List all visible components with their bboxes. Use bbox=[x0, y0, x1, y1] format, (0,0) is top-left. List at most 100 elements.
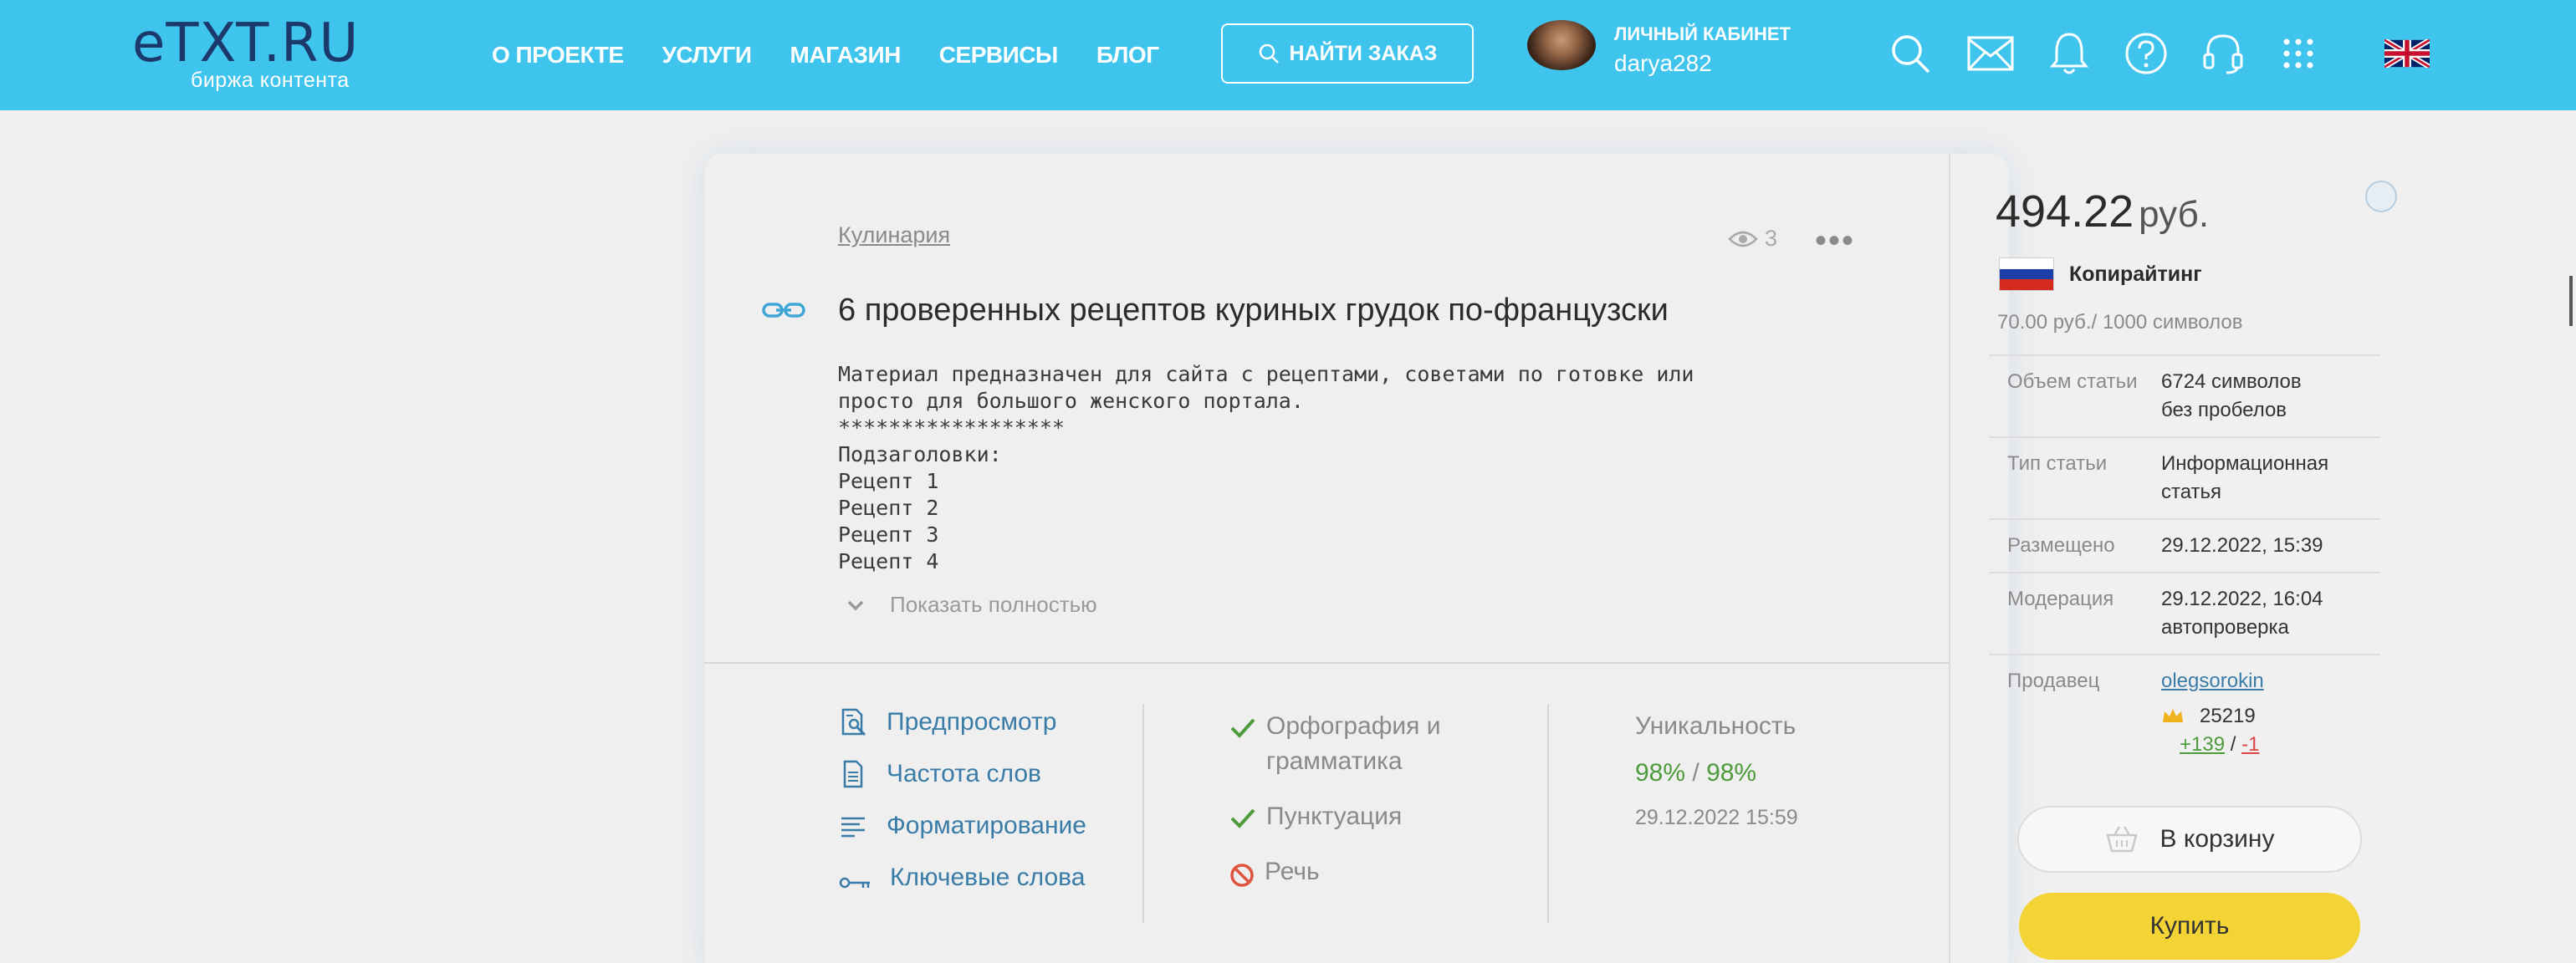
votes-up[interactable]: +139 bbox=[2180, 733, 2225, 756]
info-table: Объем статьи 6724 символов без пробелов … bbox=[1989, 354, 2380, 771]
seller-votes: +139 / -1 bbox=[2180, 731, 2380, 759]
logo-subtitle: биржа контента bbox=[191, 69, 350, 92]
info-key: Размещено bbox=[2007, 534, 2115, 557]
link-icon[interactable] bbox=[761, 301, 806, 324]
headset-icon[interactable] bbox=[2198, 28, 2248, 79]
tool-formatting[interactable]: Форматирование bbox=[838, 811, 1086, 841]
info-row: Тип статьи Информационная статья bbox=[1989, 438, 2380, 520]
check-spelling-label: Орфография и грамматика bbox=[1266, 712, 1441, 775]
search-icon bbox=[1259, 43, 1279, 64]
info-value: 6724 символов без пробелов bbox=[2161, 370, 2302, 421]
uniqueness-separator: / bbox=[1685, 759, 1707, 787]
apps-grid-icon[interactable] bbox=[2273, 28, 2323, 79]
document-icon bbox=[843, 760, 863, 788]
uniqueness-date: 29.12.2022 15:59 bbox=[1635, 806, 1798, 829]
info-value: 29.12.2022, 16:04 автопроверка bbox=[2161, 588, 2323, 639]
username[interactable]: darya282 bbox=[1614, 50, 1712, 77]
tool-formatting-label: Форматирование bbox=[887, 812, 1086, 839]
search-icon[interactable] bbox=[1885, 28, 1935, 79]
logo[interactable]: eTXT.RU биржа контента bbox=[132, 10, 442, 94]
checkmark-icon bbox=[1230, 718, 1255, 738]
nav-item-blog[interactable]: БЛОГ bbox=[1096, 37, 1159, 74]
add-to-cart-label: В корзину bbox=[2159, 825, 2275, 853]
avatar[interactable] bbox=[1527, 20, 1596, 70]
basket-icon bbox=[2105, 826, 2138, 853]
tool-preview-label: Предпросмотр bbox=[887, 708, 1057, 736]
find-order-button[interactable]: НАЙТИ ЗАКАЗ bbox=[1221, 23, 1474, 84]
key-icon bbox=[839, 877, 870, 889]
eye-icon bbox=[1728, 231, 1758, 247]
chevron-down-icon bbox=[847, 600, 864, 610]
uniqueness-value-2: 98% bbox=[1706, 759, 1757, 787]
price-currency: руб. bbox=[2139, 194, 2210, 235]
check-punctuation-label: Пунктуация bbox=[1266, 802, 1403, 830]
votes-separator: / bbox=[2225, 733, 2242, 756]
card-divider bbox=[1949, 154, 1950, 963]
seller-link[interactable]: olegsorokin bbox=[2161, 667, 2380, 696]
russia-flag-icon bbox=[1999, 257, 2054, 291]
nav-item-services[interactable]: УСЛУГИ bbox=[662, 37, 753, 74]
column-divider bbox=[1142, 704, 1144, 923]
section-divider bbox=[704, 662, 1949, 664]
info-row: Объем статьи 6724 символов без пробелов bbox=[1989, 356, 2380, 438]
preview-icon bbox=[841, 708, 866, 736]
check-speech[interactable]: Речь bbox=[1229, 854, 1440, 889]
votes-down[interactable]: -1 bbox=[2241, 733, 2259, 756]
select-toggle[interactable] bbox=[2365, 181, 2397, 212]
checkmark-icon bbox=[1230, 808, 1255, 828]
top-header: eTXT.RU биржа контента О ПРОЕКТЕ УСЛУГИ … bbox=[0, 0, 2576, 110]
nav-item-about[interactable]: О ПРОЕКТЕ bbox=[492, 37, 624, 74]
tool-word-frequency-label: Частота слов bbox=[887, 760, 1041, 787]
main-nav: О ПРОЕКТЕ УСЛУГИ МАГАЗИН СЕРВИСЫ БЛОГ bbox=[492, 37, 1198, 74]
find-order-label: НАЙТИ ЗАКАЗ bbox=[1289, 41, 1438, 65]
views-counter: 3 bbox=[1728, 226, 1777, 252]
uniqueness-value: 98% / 98% bbox=[1635, 759, 1798, 787]
uniqueness-label: Уникальность bbox=[1635, 712, 1797, 740]
logo-text: eTXT.RU bbox=[132, 13, 360, 74]
article-title[interactable]: 6 проверенных рецептов куриных грудок по… bbox=[838, 293, 1669, 329]
tool-preview[interactable]: Предпросмотр bbox=[838, 707, 1086, 737]
info-value: Информационная статья bbox=[2161, 452, 2329, 503]
price-rate: 70.00 руб./ 1000 символов bbox=[1997, 311, 2243, 334]
add-to-cart-button[interactable]: В корзину bbox=[2017, 806, 2362, 873]
seller-rating: 25219 bbox=[2161, 702, 2380, 731]
checks-list: Орфография и грамматика Пунктуация Речь bbox=[1229, 709, 1440, 910]
crown-icon bbox=[2163, 709, 2183, 722]
rating-value: 25219 bbox=[2200, 705, 2256, 727]
nav-item-tools[interactable]: СЕРВИСЫ bbox=[939, 37, 1059, 74]
blocked-icon bbox=[1230, 864, 1254, 887]
price-value: 494.22 bbox=[1996, 186, 2134, 237]
check-spelling[interactable]: Орфография и грамматика bbox=[1229, 709, 1440, 779]
info-key: Модерация bbox=[2007, 588, 2114, 610]
tool-keywords[interactable]: Ключевые слова bbox=[838, 863, 1086, 893]
info-row: Размещено 29.12.2022, 15:39 bbox=[1989, 520, 2380, 573]
cabinet-label[interactable]: ЛИЧНЫЙ КАБИНЕТ bbox=[1614, 23, 1791, 45]
info-key: Тип статьи bbox=[2007, 452, 2108, 475]
info-key: Объем статьи bbox=[2007, 370, 2138, 393]
align-left-icon bbox=[841, 817, 865, 838]
tool-keywords-label: Ключевые слова bbox=[890, 864, 1086, 891]
tool-word-frequency[interactable]: Частота слов bbox=[838, 759, 1086, 789]
uniqueness-block: Уникальность 98% / 98% 29.12.2022 15:59 bbox=[1635, 712, 1798, 830]
check-speech-label: Речь bbox=[1265, 858, 1320, 885]
uk-flag-icon[interactable] bbox=[2382, 28, 2432, 79]
show-full-button[interactable]: Показать полностью bbox=[846, 592, 1097, 618]
info-value: 29.12.2022, 15:39 bbox=[2161, 534, 2323, 557]
check-punctuation[interactable]: Пунктуация bbox=[1229, 799, 1440, 834]
category-link[interactable]: Кулинария bbox=[838, 222, 950, 248]
seller-info: olegsorokin 25219 +139 / -1 bbox=[2161, 667, 2380, 759]
seller-row: Продавец olegsorokin 25219 +139 / -1 bbox=[1989, 655, 2380, 771]
more-options-icon[interactable]: ••• bbox=[1815, 224, 1855, 257]
info-row: Модерация 29.12.2022, 16:04 автопроверка bbox=[1989, 573, 2380, 655]
uniqueness-value-1: 98% bbox=[1635, 759, 1686, 787]
scrollbar-thumb[interactable] bbox=[2569, 276, 2573, 326]
nav-item-shop[interactable]: МАГАЗИН bbox=[790, 37, 902, 74]
mail-icon[interactable] bbox=[1965, 28, 2016, 79]
views-count: 3 bbox=[1765, 226, 1778, 251]
buy-button[interactable]: Купить bbox=[2019, 893, 2360, 960]
column-divider bbox=[1547, 704, 1549, 923]
help-icon[interactable] bbox=[2121, 28, 2171, 79]
bell-icon[interactable] bbox=[2044, 28, 2094, 79]
info-key: Продавец bbox=[2007, 670, 2100, 692]
article-type: Копирайтинг bbox=[2069, 262, 2202, 286]
